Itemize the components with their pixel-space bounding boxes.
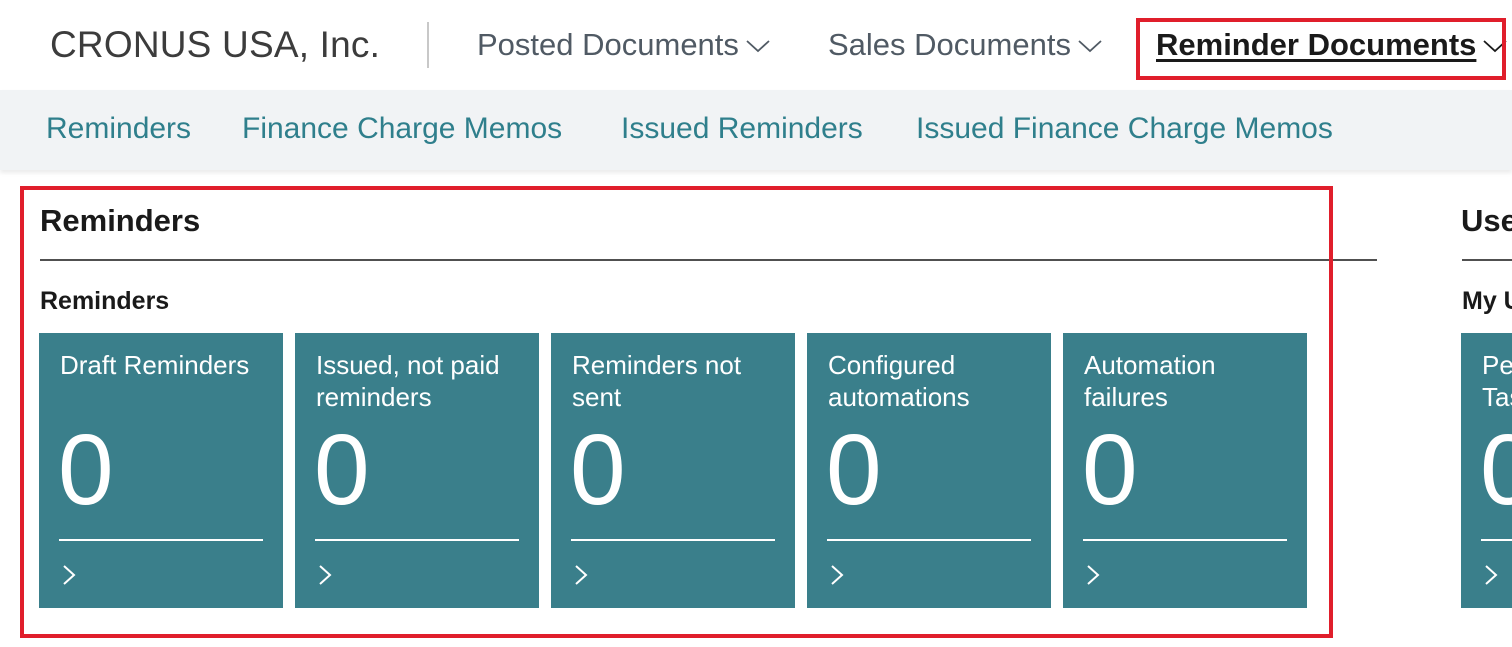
- reminders-group-title: Reminders: [40, 287, 170, 315]
- action-bar: Reminders Finance Charge Memos Issued Re…: [0, 90, 1512, 170]
- tile-label: Pending User Tasks: [1482, 350, 1512, 412]
- menu-posted-documents[interactable]: Posted Documents: [477, 27, 771, 63]
- menu-reminder-documents[interactable]: Reminder Documents: [1156, 27, 1508, 63]
- tile-draft-reminders[interactable]: Draft Reminders 0: [39, 333, 283, 608]
- tile-reminders-not-sent[interactable]: Reminders not sent 0: [551, 333, 795, 608]
- menu-label: Sales Documents: [828, 27, 1071, 62]
- chevron-right-icon: [319, 565, 332, 585]
- chevron-right-icon: [831, 565, 844, 585]
- tile-issued-not-paid-reminders[interactable]: Issued, not paid reminders 0: [295, 333, 539, 608]
- tile-label: Issued, not paid reminders: [316, 350, 500, 412]
- tile-value: 0: [826, 414, 882, 526]
- top-navigation-bar: CRONUS USA, Inc. Posted Documents Sales …: [0, 0, 1512, 90]
- tile-divider: [315, 539, 519, 541]
- tile-value: 0: [58, 414, 114, 526]
- tile-value: 0: [570, 414, 626, 526]
- chevron-right-icon: [1485, 565, 1498, 585]
- tile-label: Reminders not sent: [572, 350, 742, 412]
- tile-divider: [1083, 539, 1287, 541]
- chevron-right-icon: [575, 565, 588, 585]
- action-issued-reminders[interactable]: Issued Reminders: [621, 112, 863, 146]
- menu-label: Reminder Documents: [1156, 27, 1477, 62]
- tile-divider: [1481, 539, 1512, 541]
- action-issued-finance-charge-memos[interactable]: Issued Finance Charge Memos: [916, 112, 1333, 146]
- tile-divider: [571, 539, 775, 541]
- user-tasks-group-title: My User Tasks: [1462, 287, 1512, 315]
- tile-value: 0: [1480, 414, 1512, 526]
- chevron-down-icon: [745, 34, 771, 56]
- tile-divider: [59, 539, 263, 541]
- tile-value: 0: [1082, 414, 1138, 526]
- tile-label: Configured automations: [828, 350, 970, 412]
- action-reminders[interactable]: Reminders: [46, 112, 191, 146]
- menu-sales-documents[interactable]: Sales Documents: [828, 27, 1103, 63]
- tile-divider: [827, 539, 1031, 541]
- tile-label: Automation failures: [1084, 350, 1216, 412]
- chevron-right-icon: [63, 565, 76, 585]
- chevron-right-icon: [1087, 565, 1100, 585]
- chevron-down-icon: [1077, 34, 1103, 56]
- tile-value: 0: [314, 414, 370, 526]
- tile-automation-failures[interactable]: Automation failures 0: [1063, 333, 1307, 608]
- action-finance-charge-memos[interactable]: Finance Charge Memos: [242, 112, 562, 146]
- reminders-part-title: Reminders: [40, 203, 201, 238]
- tile-configured-automations[interactable]: Configured automations 0: [807, 333, 1051, 608]
- tile-pending-user-tasks[interactable]: Pending User Tasks 0: [1461, 333, 1512, 608]
- reminders-part-divider: [40, 259, 1377, 261]
- header-divider: [427, 22, 429, 68]
- chevron-down-icon: [1482, 34, 1508, 56]
- user-tasks-part-divider: [1462, 259, 1512, 261]
- user-tasks-part-clipped: User Tasks My User Tasks Pending User Ta…: [1461, 190, 1512, 620]
- menu-label: Posted Documents: [477, 27, 739, 62]
- reminder-cue-tiles: Draft Reminders 0 Issued, not paid remin…: [39, 333, 1307, 608]
- tile-label: Draft Reminders: [60, 350, 250, 380]
- user-tasks-part-title: User Tasks: [1461, 203, 1512, 238]
- company-name[interactable]: CRONUS USA, Inc.: [50, 24, 380, 66]
